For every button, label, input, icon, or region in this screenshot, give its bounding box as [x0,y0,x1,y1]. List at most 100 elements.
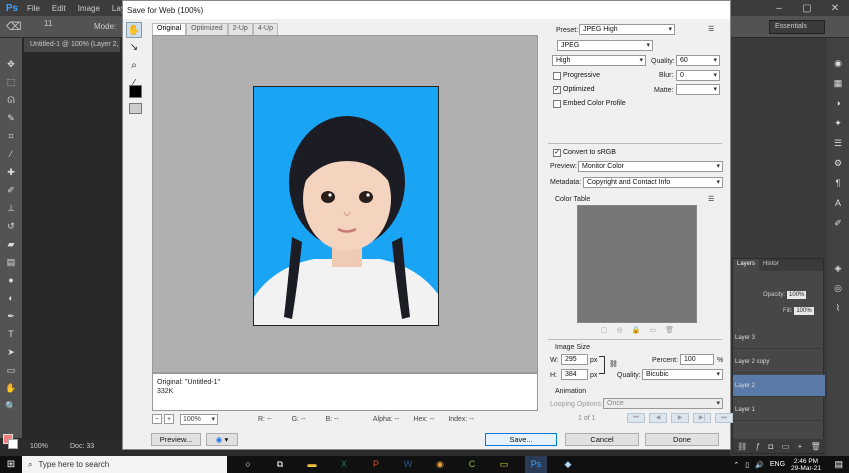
volume-icon[interactable]: 🔊 [755,461,764,469]
width-input[interactable]: 295 [561,354,588,365]
layer-row[interactable]: Layer 3 [733,327,825,349]
preview-button[interactable]: Preview... [151,433,201,446]
previous-frame-icon[interactable]: ◀ [649,413,667,423]
menu-file[interactable]: File [27,4,40,13]
windows-start-icon[interactable]: ⊞ [0,456,22,473]
eraser-icon[interactable]: ▰ [5,238,17,250]
looping-options-select[interactable]: Once ▾ [603,398,723,409]
color-panel-icon[interactable]: ◉ [832,58,844,70]
tab-layers[interactable]: Layers [733,259,760,271]
toggle-slices-icon[interactable] [129,103,142,114]
tab-2-up[interactable]: 2-Up [227,23,253,35]
preview-color-select[interactable]: Monitor Color ▾ [578,161,723,172]
language-indicator[interactable]: ENG [770,461,785,468]
dodge-tool-icon[interactable]: ◐ [5,292,17,304]
adjustments-panel-icon[interactable]: ◑ [832,98,844,110]
zoom-tool-icon[interactable]: 🔍 [5,400,17,412]
first-frame-icon[interactable]: ⏮ [627,413,645,423]
excel-icon[interactable]: X [333,456,355,473]
opacity-value[interactable]: 100% [787,291,807,299]
paragraph-panel-icon[interactable]: ¶ [832,178,844,190]
zoom-status[interactable]: 100% [30,443,48,450]
fx-icon[interactable]: ƒ [756,442,760,451]
tab-history[interactable]: Histor [759,259,783,271]
percent-input[interactable]: 100 [680,354,714,365]
path-select-tool-icon[interactable]: ➤ [5,346,17,358]
taskbar-search[interactable]: ⌕ Type here to search [22,456,227,473]
zoom-in-icon[interactable]: + [164,414,174,424]
network-icon[interactable]: ▯ [745,461,749,469]
folder-icon[interactable]: ▭ [493,456,515,473]
brush-size[interactable]: 11 [44,19,52,28]
document-tab[interactable]: Untitled-1 @ 100% (Layer 2, [24,38,120,52]
new-layer-icon[interactable]: + [798,442,803,451]
swatches-panel-icon[interactable]: ▦ [832,78,844,90]
layer-row[interactable]: Layer 2 copy [733,351,825,373]
tab-original[interactable]: Original [152,23,187,35]
camtasia-icon[interactable]: C [461,456,483,473]
layer-row-selected[interactable]: Layer 2 [733,375,825,397]
eraser-tool-icon[interactable]: ⌫ [6,20,22,33]
app-icon[interactable]: ◆ [557,456,579,473]
lasso-tool-icon[interactable]: ᘏ [5,94,17,106]
shape-tool-icon[interactable]: ▭ [5,364,17,376]
healing-tool-icon[interactable]: ✚ [5,166,17,178]
color-table[interactable] [577,205,697,323]
save-button[interactable]: Save... [485,433,557,446]
styles-panel-icon[interactable]: ✦ [832,118,844,130]
zoom-level-select[interactable]: 100% ▾ [180,413,218,425]
channels-panel-icon[interactable]: ◎ [832,283,844,295]
history-brush-tool-icon[interactable]: ↺ [5,220,17,232]
image-preview-pane[interactable] [152,35,538,373]
close-icon[interactable]: ✕ [821,0,849,16]
layer-row[interactable]: Layer 1 [733,399,825,421]
eyedropper-tool-icon[interactable]: ⁄ [5,148,17,160]
zoom-out-icon[interactable]: − [152,414,162,424]
workspace-select[interactable]: Essentials [769,20,825,34]
cortana-icon[interactable]: ○ [237,456,259,473]
task-view-icon[interactable]: ⧉ [269,456,291,473]
new-color-icon[interactable]: ▭ [649,326,656,334]
convert-srgb-checkbox[interactable]: ✓ [553,149,561,157]
matte-select[interactable]: ▾ [676,84,720,95]
file-explorer-icon[interactable]: ▬ [301,456,323,473]
history-panel-icon[interactable]: ☰ [832,138,844,150]
link-layers-icon[interactable]: ⛓ [737,442,747,451]
word-icon[interactable]: W [397,456,419,473]
menu-edit[interactable]: Edit [52,4,66,13]
metadata-select[interactable]: Copyright and Contact Info ▾ [583,177,723,188]
menu-image[interactable]: Image [78,4,100,13]
browser-select-button[interactable]: ◉ ▾ [206,433,238,446]
trash-icon[interactable]: 🗑 [811,442,821,451]
format-select[interactable]: JPEG ▾ [557,40,653,51]
preset-menu-icon[interactable]: ☰ [708,25,714,33]
powerpoint-icon[interactable]: P [365,456,387,473]
hand-icon[interactable]: ✋ [126,22,142,38]
cancel-button[interactable]: Cancel [565,433,639,446]
tray-chevron-icon[interactable]: ⌃ [733,461,739,469]
color-table-menu-icon[interactable]: ☰ [708,195,714,203]
paths-panel-icon[interactable]: ⌇ [832,303,844,315]
gradient-tool-icon[interactable]: ▤ [5,256,17,268]
hand-tool-icon[interactable]: ✋ [5,382,17,394]
properties-panel-icon[interactable]: ⚙ [832,158,844,170]
tab-optimized[interactable]: Optimized [186,23,228,35]
height-input[interactable]: 384 [561,369,588,380]
crop-tool-icon[interactable]: ⌗ [5,130,17,142]
lock-color-icon[interactable]: 🔒 [632,326,641,334]
tab-4-up[interactable]: 4-Up [252,23,279,35]
web-shift-icon[interactable]: ◎ [617,326,623,334]
chrome-icon[interactable]: ◉ [429,456,451,473]
mask-icon[interactable]: ◘ [769,442,774,451]
embed-color-profile-checkbox[interactable] [553,100,561,108]
minimize-icon[interactable]: – [765,0,793,16]
done-button[interactable]: Done [645,433,719,446]
character-panel-icon[interactable]: A [832,198,844,210]
move-tool-icon[interactable]: ✥ [5,58,17,70]
slice-select-icon[interactable]: ↘ [126,40,142,56]
marquee-tool-icon[interactable]: ⬚ [5,76,17,88]
type-tool-icon[interactable]: T [5,328,17,340]
blur-tool-icon[interactable]: ● [5,274,17,286]
preset-select[interactable]: JPEG High ▾ [579,24,675,35]
brush-tool-icon[interactable]: ✐ [5,184,17,196]
